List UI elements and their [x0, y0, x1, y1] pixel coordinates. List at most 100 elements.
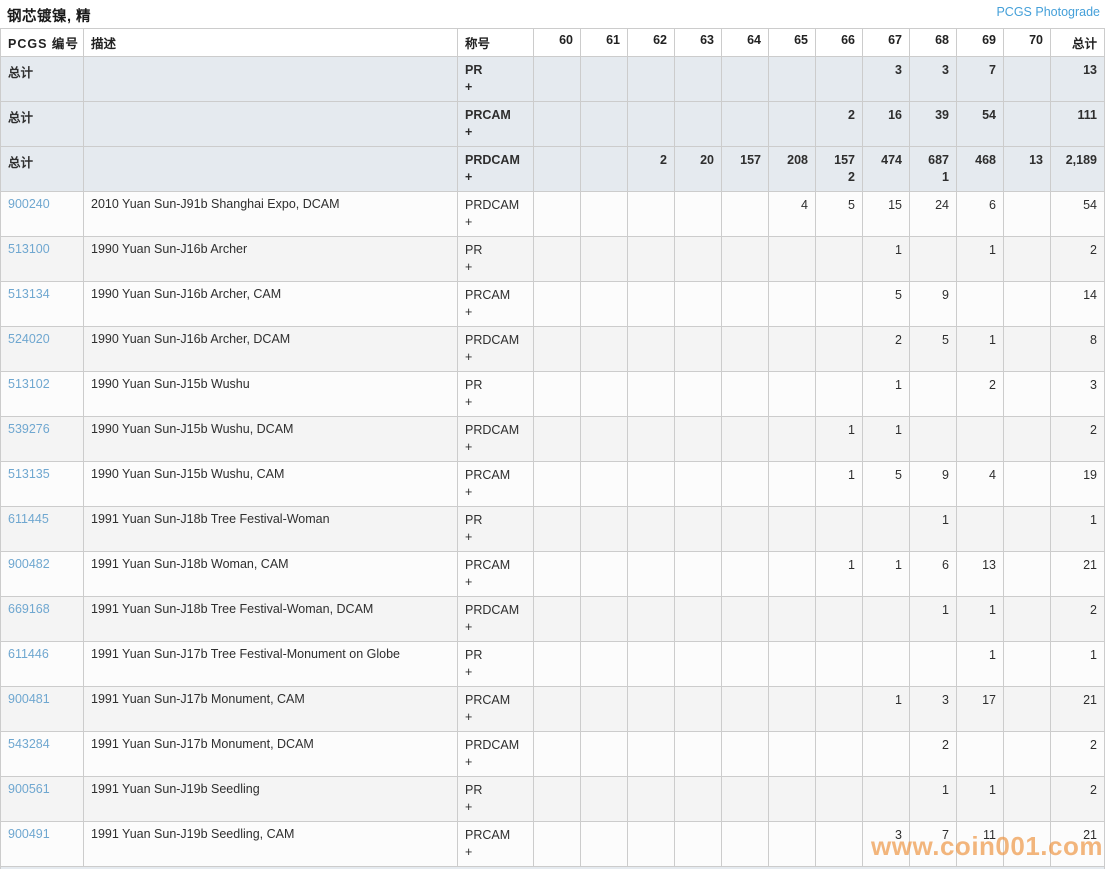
grade-cell	[628, 507, 675, 552]
grade-cell	[722, 687, 769, 732]
grade-cell: 5	[910, 327, 957, 372]
grade-cell	[628, 327, 675, 372]
grade-cell	[910, 642, 957, 687]
summary-row-prdcam: 总计PRDCAM+22015720815724746871468132,189	[1, 147, 1105, 192]
pcgs-number-cell: 900240	[1, 192, 84, 237]
grade-cell	[722, 57, 769, 102]
pcgs-number-link[interactable]: 539276	[8, 422, 50, 436]
grade-cell: 2	[910, 732, 957, 777]
grade-cell	[534, 192, 581, 237]
pcgs-number-link[interactable]: 900491	[8, 827, 50, 841]
grade-cell: 20	[675, 147, 722, 192]
column-header-11: 68	[910, 29, 957, 57]
pcgs-number-cell: 513100	[1, 237, 84, 282]
pcgs-number-cell: 900491	[1, 822, 84, 867]
pcgs-number-cell: 539276	[1, 417, 84, 462]
designation-cell: PRCAM+	[458, 552, 534, 597]
column-header-14: 总计	[1051, 29, 1105, 57]
column-header-5: 62	[628, 29, 675, 57]
grade-cell	[534, 507, 581, 552]
description-cell: 1990 Yuan Sun-J16b Archer	[84, 237, 458, 282]
grade-cell: 1	[957, 327, 1004, 372]
grade-cell: 9	[910, 282, 957, 327]
pcgs-number-link[interactable]: 513134	[8, 287, 50, 301]
grade-cell: 6	[910, 552, 957, 597]
coin-row-539276: 5392761990 Yuan Sun-J15b Wushu, DCAMPRDC…	[1, 417, 1105, 462]
grade-cell	[863, 732, 910, 777]
grade-cell	[581, 417, 628, 462]
designation-cell: PRDCAM+	[458, 147, 534, 192]
grade-cell	[1004, 372, 1051, 417]
grade-cell	[1004, 192, 1051, 237]
grade-cell	[581, 777, 628, 822]
pcgs-number-cell: 524020	[1, 327, 84, 372]
grade-cell	[628, 642, 675, 687]
column-header-12: 69	[957, 29, 1004, 57]
pcgs-number-link[interactable]: 513100	[8, 242, 50, 256]
pcgs-number-link[interactable]: 900482	[8, 557, 50, 571]
grade-cell	[769, 732, 816, 777]
header-row: PCGS 编号描述称号6061626364656667686970总计	[1, 29, 1105, 57]
grade-cell	[675, 327, 722, 372]
pcgs-number-link[interactable]: 669168	[8, 602, 50, 616]
grade-cell	[816, 327, 863, 372]
grade-cell	[722, 282, 769, 327]
grade-cell	[628, 237, 675, 282]
summary-label: 总计	[1, 102, 84, 147]
grade-cell: 9	[910, 462, 957, 507]
grade-cell: 4	[769, 192, 816, 237]
grade-cell	[1004, 507, 1051, 552]
pcgs-number-link[interactable]: 611446	[8, 647, 49, 661]
pcgs-number-link[interactable]: 513102	[8, 377, 50, 391]
summary-row-pr: 总计PR+33713	[1, 57, 1105, 102]
designation-cell: PRDCAM+	[458, 597, 534, 642]
pcgs-number-cell: 669168	[1, 597, 84, 642]
grade-cell	[1004, 687, 1051, 732]
pcgs-number-link[interactable]: 543284	[8, 737, 50, 751]
pcgs-number-link[interactable]: 900481	[8, 692, 50, 706]
pcgs-number-cell: 543284	[1, 732, 84, 777]
pcgs-number-link[interactable]: 900240	[8, 197, 50, 211]
grade-cell: 7	[910, 822, 957, 867]
column-header-10: 67	[863, 29, 910, 57]
pcgs-number-link[interactable]: 524020	[8, 332, 50, 346]
coin-row-669168: 6691681991 Yuan Sun-J18b Tree Festival-W…	[1, 597, 1105, 642]
grade-cell	[534, 147, 581, 192]
coin-row-513102: 5131021990 Yuan Sun-J15b WushuPR+123	[1, 372, 1105, 417]
grade-cell	[722, 462, 769, 507]
column-header-7: 64	[722, 29, 769, 57]
photograde-link[interactable]: PCGS Photograde	[996, 5, 1100, 19]
grade-cell	[957, 732, 1004, 777]
column-header-2: 称号	[458, 29, 534, 57]
grade-cell: 54	[957, 102, 1004, 147]
page-title: 钢芯镀镍, 精	[7, 5, 91, 26]
grade-cell: 13	[957, 552, 1004, 597]
grade-cell	[1004, 327, 1051, 372]
pcgs-number-link[interactable]: 900561	[8, 782, 50, 796]
total-cell: 21	[1051, 822, 1105, 867]
description-cell: 1991 Yuan Sun-J18b Woman, CAM	[84, 552, 458, 597]
grade-cell	[675, 372, 722, 417]
grade-cell	[722, 417, 769, 462]
pcgs-number-link[interactable]: 611445	[8, 512, 49, 526]
description-cell: 1991 Yuan Sun-J17b Monument, CAM	[84, 687, 458, 732]
grade-cell	[675, 102, 722, 147]
grade-cell	[1004, 57, 1051, 102]
column-header-9: 66	[816, 29, 863, 57]
grade-cell	[816, 597, 863, 642]
grade-cell: 1	[957, 597, 1004, 642]
grade-cell	[769, 507, 816, 552]
grade-cell	[769, 102, 816, 147]
grade-cell	[1004, 102, 1051, 147]
grade-cell	[769, 282, 816, 327]
pcgs-number-link[interactable]: 513135	[8, 467, 50, 481]
description-cell: 1991 Yuan Sun-J18b Tree Festival-Woman	[84, 507, 458, 552]
grade-cell	[769, 642, 816, 687]
grade-cell	[534, 462, 581, 507]
grade-cell	[863, 597, 910, 642]
grade-cell: 208	[769, 147, 816, 192]
summary-label: 总计	[1, 147, 84, 192]
grade-cell	[534, 372, 581, 417]
grade-cell	[722, 597, 769, 642]
grade-cell	[628, 822, 675, 867]
